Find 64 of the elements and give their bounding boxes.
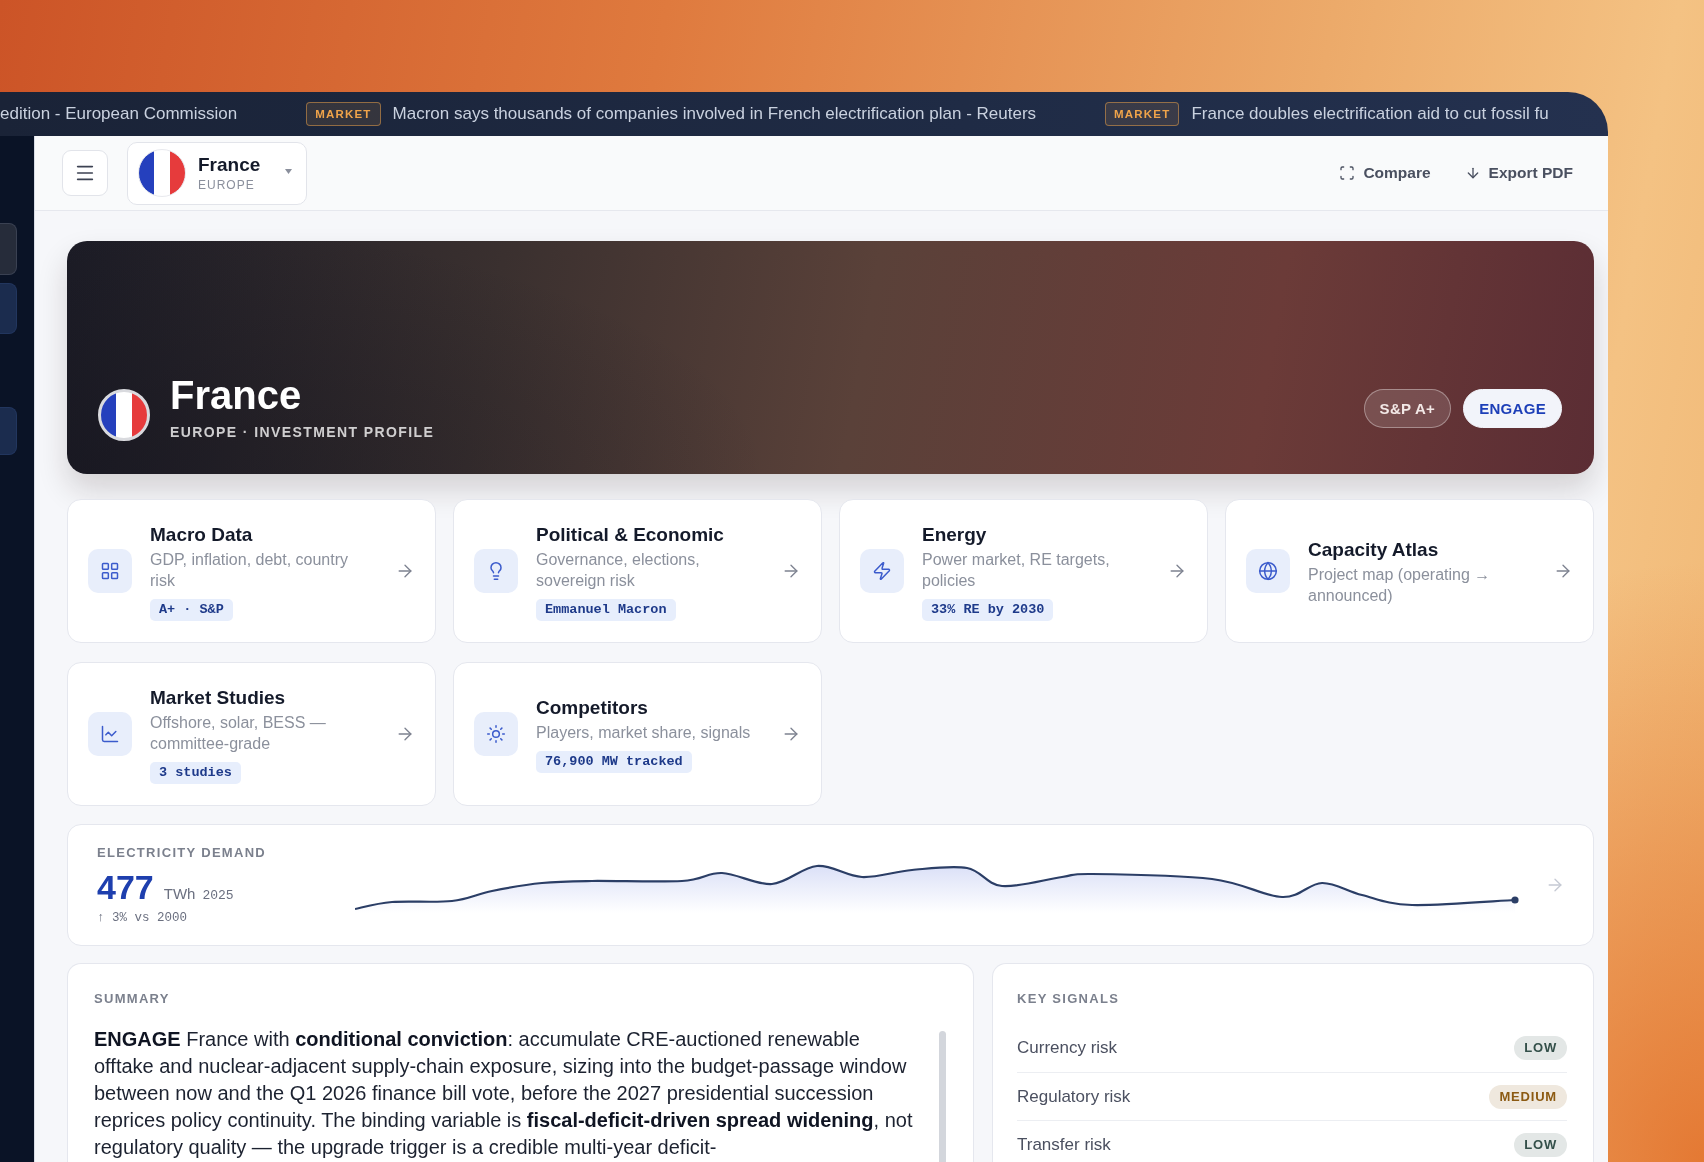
lightbulb-icon (474, 549, 518, 593)
line-chart-icon (88, 712, 132, 756)
risk-badge: MEDIUM (1489, 1084, 1567, 1109)
summary-text: ENGAGE France with conditional conviction: accumulate CRE-auctioned renewable offtake and nuclear-adjacent supply-chain exposure, sizing into the budget-passage window between now and the Q1 2026 finance bill vote, before the 2027 presidential succession reprices policy continuity. The binding variable is fiscal-deficit-driven spread widening, not regulatory quality — the upgrade trigger is a credible multi-year deficit- (94, 1027, 914, 1160)
card-description: Project map (operating → announced) (1308, 564, 1492, 606)
module-card[interactable]: Macro Data GDP, inflation, debt, country risk A+ · S&P (67, 499, 436, 643)
card-title: Capacity Atlas (1308, 537, 1439, 562)
card-description: GDP, inflation, debt, country risk (150, 549, 350, 591)
card-title: Market Studies (150, 685, 286, 710)
card-tag: 76,900 MW tracked (536, 751, 692, 773)
card-title: Political & Economic (536, 522, 724, 547)
metric-change: ↑ 3% vs 2000 (97, 910, 187, 926)
lightning-icon (860, 549, 904, 593)
globe-icon (1246, 549, 1290, 593)
category-badge: MARKET (306, 102, 381, 126)
grid-icon (88, 549, 132, 593)
category-badge: MARKET (1105, 102, 1180, 126)
export-button[interactable]: Export PDF (1464, 160, 1573, 186)
section-label: SUMMARY (94, 991, 171, 1006)
sidebar-button[interactable] (0, 223, 17, 275)
section-label: KEY SIGNALS (1017, 991, 1121, 1006)
sidebar-button[interactable] (0, 283, 17, 334)
sidebar-button[interactable] (0, 407, 17, 455)
card-title: Energy (922, 522, 987, 547)
card-description: Offshore, solar, BESS — committee-grade (150, 712, 327, 754)
caret-icon (285, 168, 292, 174)
metric-unit: TWh (163, 884, 196, 902)
module-card[interactable]: Political & Economic Governance, elections, sovereign risk Emmanuel Macron (453, 499, 822, 643)
module-card[interactable]: Energy Power market, RE targets, policies 33% RE by 2030 (839, 499, 1208, 643)
rating-badge: S&P A+ (1363, 389, 1452, 428)
metric-value: 477 (97, 868, 154, 905)
card-tag: 33% RE by 2030 (922, 598, 1054, 621)
ticker-headline[interactable]: France doubles electrification aid to cut fossil fu (1191, 104, 1549, 124)
compare-button[interactable]: Compare (1339, 160, 1431, 186)
profile-subtitle: EUROPE · INVESTMENT PROFILE (170, 423, 435, 441)
menu-button[interactable] (62, 150, 108, 196)
ticker-headline[interactable]: edition - European Commission (0, 104, 238, 124)
sun-icon (474, 712, 518, 756)
flag-icon (98, 389, 150, 441)
flag-icon (138, 149, 186, 197)
card-description: Power market, RE targets, policies (922, 549, 1111, 591)
signal-name: Transfer risk (1017, 1134, 1111, 1155)
card-title: Macro Data (150, 522, 253, 547)
section-label: ELECTRICITY DEMAND (97, 844, 267, 860)
ticker-headline[interactable]: Macron says thousands of companies involved in French electrification plan - Reuters (392, 104, 1037, 124)
card-tag: A+ · S&P (150, 598, 233, 621)
card-description: Players, market share, signals (536, 723, 751, 743)
card-tag: Emmanuel Macron (536, 598, 676, 621)
signal-name: Currency risk (1017, 1038, 1118, 1058)
risk-badge: LOW (1514, 1036, 1567, 1060)
country-title: France (170, 373, 303, 417)
module-card[interactable]: Competitors Players, market share, signals 76,900 MW tracked (453, 662, 822, 806)
scrollbar[interactable] (939, 1031, 946, 1162)
signal-name: Regulatory risk (1017, 1086, 1131, 1107)
card-title: Competitors (536, 696, 648, 720)
module-card[interactable]: Market Studies Offshore, solar, BESS — committee-grade 3 studies (67, 662, 436, 806)
card-tag: 3 studies (150, 761, 241, 784)
recommendation-badge: ENGAGE (1463, 389, 1562, 428)
module-card[interactable]: Capacity Atlas Project map (operating → announced) (1225, 499, 1594, 643)
frame-corners-icon (1339, 165, 1356, 181)
metric-year: 2025 (202, 887, 234, 903)
risk-badge: LOW (1514, 1132, 1567, 1157)
card-description: Governance, elections, sovereign risk (536, 549, 701, 591)
country-selector[interactable]: France EUROPE (127, 141, 307, 205)
